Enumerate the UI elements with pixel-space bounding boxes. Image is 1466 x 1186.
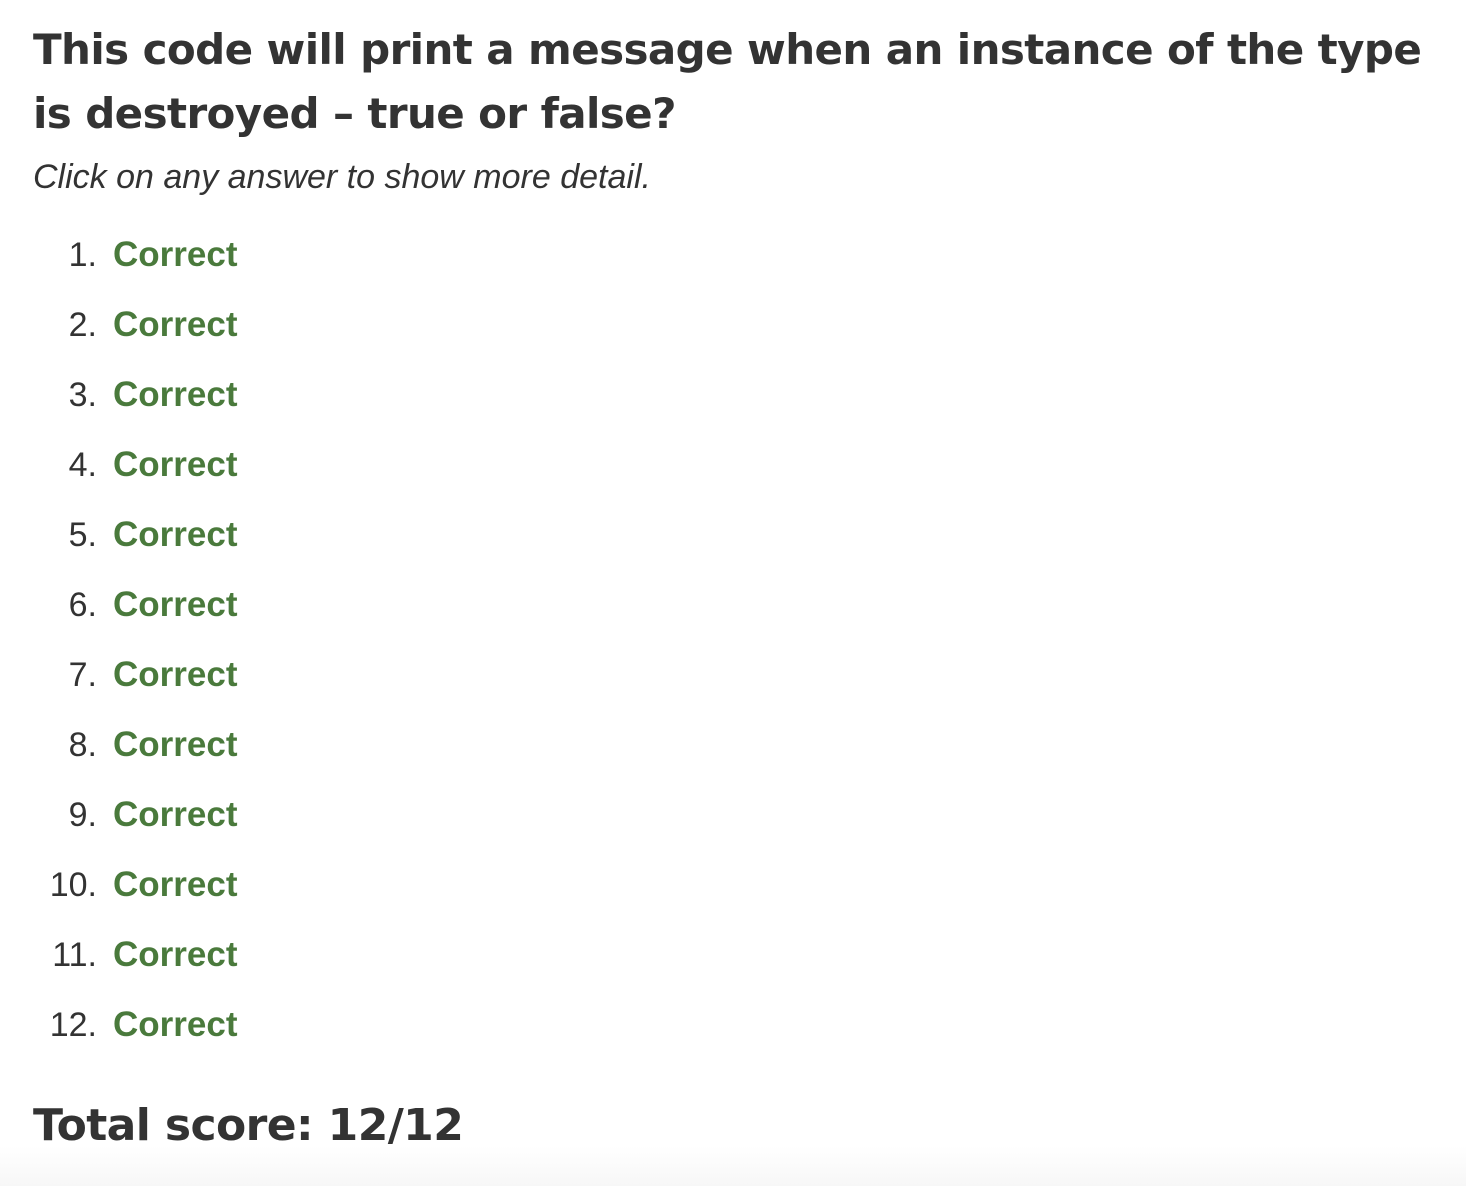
answer-result[interactable]: Correct <box>113 725 237 765</box>
answer-result[interactable]: Correct <box>113 795 237 835</box>
answer-item-3[interactable]: 3. Correct <box>33 360 1443 430</box>
answer-number: 5. <box>68 515 97 554</box>
answer-number: 2. <box>68 305 97 344</box>
answer-item-5[interactable]: 5. Correct <box>33 500 1443 570</box>
answer-number: 11. <box>52 935 97 974</box>
answer-result[interactable]: Correct <box>113 585 237 625</box>
answer-result[interactable]: Correct <box>113 515 237 555</box>
answer-item-12[interactable]: 12. Correct <box>33 990 1443 1060</box>
answer-item-6[interactable]: 6. Correct <box>33 570 1443 640</box>
question-title: This code will print a message when an i… <box>33 25 1422 138</box>
answer-item-8[interactable]: 8. Correct <box>33 710 1443 780</box>
answer-number: 6. <box>68 585 97 624</box>
answer-result[interactable]: Correct <box>113 445 237 485</box>
answer-item-1[interactable]: 1. Correct <box>33 220 1443 290</box>
answer-number: 9. <box>68 795 97 834</box>
answer-result[interactable]: Correct <box>113 865 237 905</box>
answer-item-2[interactable]: 2. Correct <box>33 290 1443 360</box>
answer-item-10[interactable]: 10. Correct <box>33 850 1443 920</box>
question-hint: Click on any answer to show more detail. <box>33 158 651 196</box>
quiz-results: This code will print a message when an i… <box>33 18 1443 1156</box>
answer-result[interactable]: Correct <box>113 305 237 345</box>
answer-result[interactable]: Correct <box>113 655 237 695</box>
answer-result[interactable]: Correct <box>113 935 237 975</box>
answer-number: 4. <box>68 445 97 484</box>
answer-result[interactable]: Correct <box>113 235 237 275</box>
answer-item-11[interactable]: 11. Correct <box>33 920 1443 990</box>
answer-item-9[interactable]: 9. Correct <box>33 780 1443 850</box>
answer-result[interactable]: Correct <box>113 375 237 415</box>
answer-result[interactable]: Correct <box>113 1005 237 1045</box>
answer-number: 7. <box>68 655 97 694</box>
answer-number: 12. <box>49 1005 97 1044</box>
bottom-fade <box>0 1146 1466 1186</box>
answer-item-7[interactable]: 7. Correct <box>33 640 1443 710</box>
answer-number: 3. <box>68 375 97 414</box>
answer-item-4[interactable]: 4. Correct <box>33 430 1443 500</box>
answer-list: 1. Correct 2. Correct 3. Correct 4. Corr… <box>33 220 1443 1060</box>
answer-number: 8. <box>68 725 97 764</box>
answer-number: 10. <box>49 865 97 904</box>
answer-number: 1. <box>68 235 97 274</box>
